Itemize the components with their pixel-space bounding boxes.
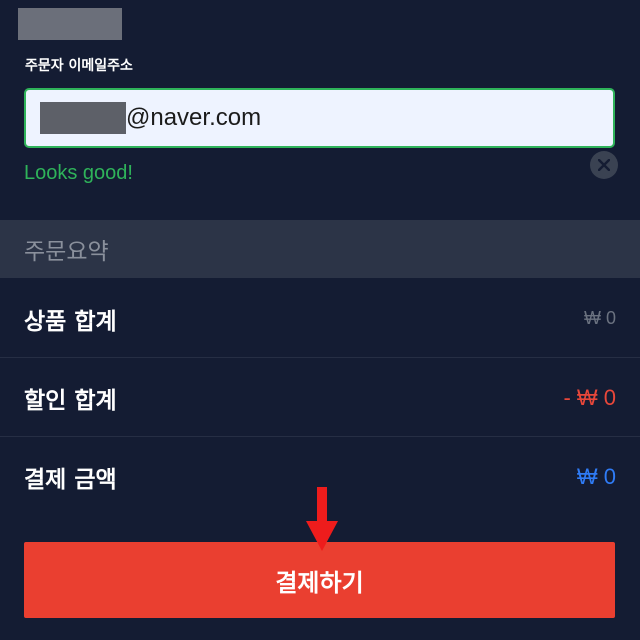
validation-message: Looks good!: [24, 162, 133, 184]
subtotal-value: ₩ 0: [583, 308, 616, 328]
email-field[interactable]: @naver.com: [24, 88, 615, 148]
redacted-block: [18, 8, 122, 40]
email-label: 주문자 이메일주소: [25, 58, 133, 74]
close-glyph: [598, 159, 610, 171]
checkout-page: 주문자 이메일주소 @naver.com Looks good! 주문요약 상품…: [0, 0, 640, 640]
arrow-down-icon: [306, 487, 338, 551]
subtotal-label: 상품 합계: [24, 308, 117, 335]
email-domain-text: @naver.com: [126, 104, 262, 131]
discount-value: - ₩ 0: [563, 384, 616, 410]
redacted-username: [40, 102, 126, 134]
order-summary-header: 주문요약: [0, 220, 640, 278]
total-label: 결제 금액: [24, 467, 117, 493]
summary-row-discount: 할인 합계 - ₩ 0: [0, 359, 640, 437]
close-icon[interactable]: [590, 151, 618, 179]
pay-button[interactable]: 결제하기: [24, 542, 615, 618]
total-value: ₩ 0: [576, 464, 616, 489]
discount-label: 할인 합계: [24, 387, 117, 414]
order-summary-title: 주문요약: [24, 239, 109, 265]
summary-row-subtotal: 상품 합계 ₩ 0: [0, 280, 640, 358]
